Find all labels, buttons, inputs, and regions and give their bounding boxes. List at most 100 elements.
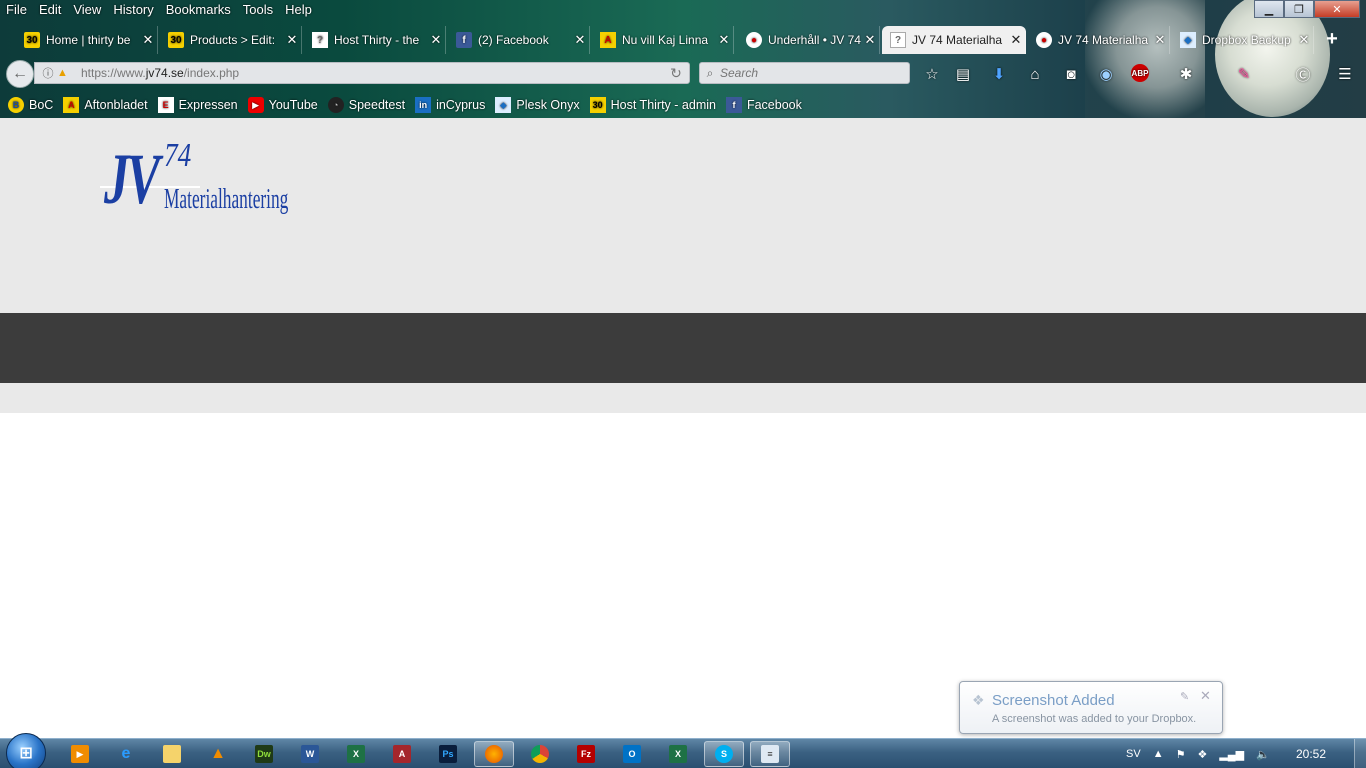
search-bar[interactable]: ⌕ bbox=[699, 62, 910, 84]
tab-close-icon[interactable]: ✕ bbox=[427, 32, 445, 48]
url-bar[interactable]: ⓘ ▲ https://www.jv74.se/index.php ↻ bbox=[34, 62, 690, 84]
volume-icon[interactable]: 🔈 bbox=[1256, 748, 1270, 761]
back-button[interactable]: ← bbox=[6, 60, 34, 88]
dropbox-tray-icon[interactable]: ❖ bbox=[1197, 748, 1207, 761]
taskbar-outlook[interactable]: O bbox=[612, 741, 652, 767]
bookmark-incyprus[interactable]: in inCyprus bbox=[415, 97, 485, 113]
bookmark-boc[interactable]: B BoC bbox=[8, 97, 53, 113]
menu-tools[interactable]: Tools bbox=[237, 0, 279, 20]
home-icon[interactable]: ⌂ bbox=[1025, 64, 1045, 84]
menu-edit[interactable]: Edit bbox=[33, 0, 67, 20]
reload-icon[interactable]: ↻ bbox=[663, 65, 689, 82]
tab-close-icon[interactable]: ✕ bbox=[1295, 32, 1313, 48]
menu-view[interactable]: View bbox=[67, 0, 107, 20]
tab-host-thirty[interactable]: ? Host Thirty - the ✕ bbox=[304, 26, 446, 54]
tab-home-thirty[interactable]: 30 Home | thirty be ✕ bbox=[16, 26, 158, 54]
bookmark-speedtest[interactable]: ◔ Speedtest bbox=[327, 97, 405, 113]
notification-close-icon[interactable]: ✕ bbox=[1200, 688, 1211, 704]
menu-help[interactable]: Help bbox=[279, 0, 318, 20]
url-text[interactable]: https://www.jv74.se/index.php bbox=[81, 66, 663, 80]
tab-jv74[interactable]: ● JV 74 Materialha ✕ bbox=[1028, 26, 1170, 54]
action-center-flag-icon[interactable]: ⚑ bbox=[1176, 748, 1186, 761]
tab-close-icon[interactable]: ✕ bbox=[715, 32, 733, 48]
page-icon: ? bbox=[890, 32, 906, 48]
page-icon: ? bbox=[312, 32, 328, 48]
taskbar-internet-explorer[interactable]: e bbox=[106, 741, 146, 767]
taskbar-filezilla[interactable]: Fz bbox=[566, 741, 606, 767]
tab-facebook[interactable]: f (2) Facebook ✕ bbox=[448, 26, 590, 54]
hamburger-menu-icon[interactable]: ☰ bbox=[1335, 64, 1355, 84]
bookmark-label: Host Thirty - admin bbox=[610, 98, 716, 112]
taskbar-photoshop[interactable]: Ps bbox=[428, 741, 468, 767]
taskbar-dreamweaver[interactable]: Dw bbox=[244, 741, 284, 767]
taskbar-media-player[interactable]: ▶ bbox=[60, 741, 100, 767]
show-hidden-icons-icon[interactable]: ▲ bbox=[1153, 748, 1164, 760]
bookmark-aftonbladet[interactable]: A Aftonbladet bbox=[63, 97, 148, 113]
system-clock[interactable]: 20:52 bbox=[1296, 747, 1326, 761]
bookmark-facebook[interactable]: f Facebook bbox=[725, 97, 802, 113]
pin-icon[interactable]: ✎ bbox=[1180, 690, 1189, 703]
tab-label: Dropbox Backup bbox=[1202, 33, 1291, 47]
tab-close-icon[interactable]: ✕ bbox=[139, 32, 157, 48]
taskbar-vlc[interactable]: ▲ bbox=[198, 741, 238, 767]
c-extension-icon[interactable]: Ⓒ bbox=[1293, 64, 1313, 84]
tab-close-icon[interactable]: ✕ bbox=[861, 32, 879, 48]
tab-close-icon[interactable]: ✕ bbox=[283, 32, 301, 48]
puzzle-extension-icon[interactable]: ✱ bbox=[1176, 64, 1196, 84]
tab-label: JV 74 Materialha bbox=[1058, 33, 1149, 47]
bookmark-expressen[interactable]: E Expressen bbox=[157, 97, 238, 113]
notification-title: Screenshot Added bbox=[992, 692, 1115, 709]
taskbar-file-explorer[interactable] bbox=[152, 741, 192, 767]
bookmarks-menu-icon[interactable]: ▤ bbox=[953, 64, 973, 84]
downloads-icon[interactable]: ⬇ bbox=[989, 64, 1009, 84]
bookmark-plesk-onyx[interactable]: ◆ Plesk Onyx bbox=[495, 97, 580, 113]
tab-close-icon[interactable]: ✕ bbox=[1007, 32, 1025, 48]
jv74-icon: ● bbox=[1036, 32, 1052, 48]
url-path: /index.php bbox=[183, 66, 240, 80]
bookmark-label: BoC bbox=[29, 98, 54, 112]
taskbar-chrome[interactable] bbox=[520, 741, 560, 767]
start-button[interactable]: ⊞ bbox=[6, 733, 46, 768]
minimize-button[interactable]: ▁ bbox=[1254, 0, 1284, 18]
site-sub-strip bbox=[0, 383, 1366, 413]
eye-extension-icon[interactable]: ◉ bbox=[1096, 64, 1116, 84]
menu-file[interactable]: File bbox=[0, 0, 33, 20]
menu-history[interactable]: History bbox=[107, 0, 159, 20]
maximize-button[interactable]: ❐ bbox=[1284, 0, 1314, 18]
pocket-icon[interactable]: ◙ bbox=[1061, 64, 1081, 84]
info-icon[interactable]: ⓘ bbox=[41, 65, 55, 81]
new-tab-button[interactable]: + bbox=[1320, 26, 1344, 54]
firefox-icon bbox=[485, 745, 503, 763]
language-indicator[interactable]: SV bbox=[1126, 748, 1141, 760]
bookmark-star-icon[interactable]: ☆ bbox=[922, 64, 942, 84]
tab-aftonbladet[interactable]: A Nu vill Kaj Linna ✕ bbox=[592, 26, 734, 54]
taskbar-notepad[interactable]: ≡ bbox=[750, 741, 790, 767]
search-input[interactable] bbox=[720, 66, 900, 80]
insecure-lock-icon[interactable]: ▲ bbox=[57, 67, 71, 79]
taskbar-excel-2[interactable]: X bbox=[658, 741, 698, 767]
taskbar-excel[interactable]: X bbox=[336, 741, 376, 767]
taskbar-word[interactable]: W bbox=[290, 741, 330, 767]
dropbox-notification[interactable]: ❖ Screenshot Added A screenshot was adde… bbox=[959, 681, 1223, 734]
close-window-button[interactable]: ✕ bbox=[1314, 0, 1360, 18]
speedtest-icon: ◔ bbox=[327, 97, 344, 113]
tab-products-edit[interactable]: 30 Products > Edit: ✕ bbox=[160, 26, 302, 54]
taskbar-firefox[interactable] bbox=[474, 741, 514, 767]
taskbar-access[interactable]: A bbox=[382, 741, 422, 767]
menu-bookmarks[interactable]: Bookmarks bbox=[160, 0, 237, 20]
adblock-plus-icon[interactable]: ABP bbox=[1131, 64, 1149, 82]
tab-jv74-active[interactable]: ? JV 74 Materialha ✕ bbox=[882, 26, 1026, 54]
network-icon[interactable]: ▂▄▆ bbox=[1219, 748, 1244, 761]
tab-label: Home | thirty be bbox=[46, 33, 131, 47]
tab-close-icon[interactable]: ✕ bbox=[571, 32, 589, 48]
show-desktop-button[interactable] bbox=[1354, 739, 1366, 768]
feather-extension-icon[interactable]: ✎ bbox=[1234, 64, 1254, 84]
bookmark-host-thirty-admin[interactable]: 30 Host Thirty - admin bbox=[589, 97, 716, 113]
tab-close-icon[interactable]: ✕ bbox=[1151, 32, 1169, 48]
tab-dropbox-backup[interactable]: ◆ Dropbox Backup ✕ bbox=[1172, 26, 1314, 54]
tab-underhall[interactable]: ● Underhåll • JV 74 ✕ bbox=[738, 26, 880, 54]
bookmark-youtube[interactable]: ▶ YouTube bbox=[247, 97, 318, 113]
taskbar-skype[interactable]: S bbox=[704, 741, 744, 767]
site-logo[interactable]: JV 74 Materialhantering bbox=[100, 138, 340, 228]
bookmark-label: inCyprus bbox=[436, 98, 486, 112]
